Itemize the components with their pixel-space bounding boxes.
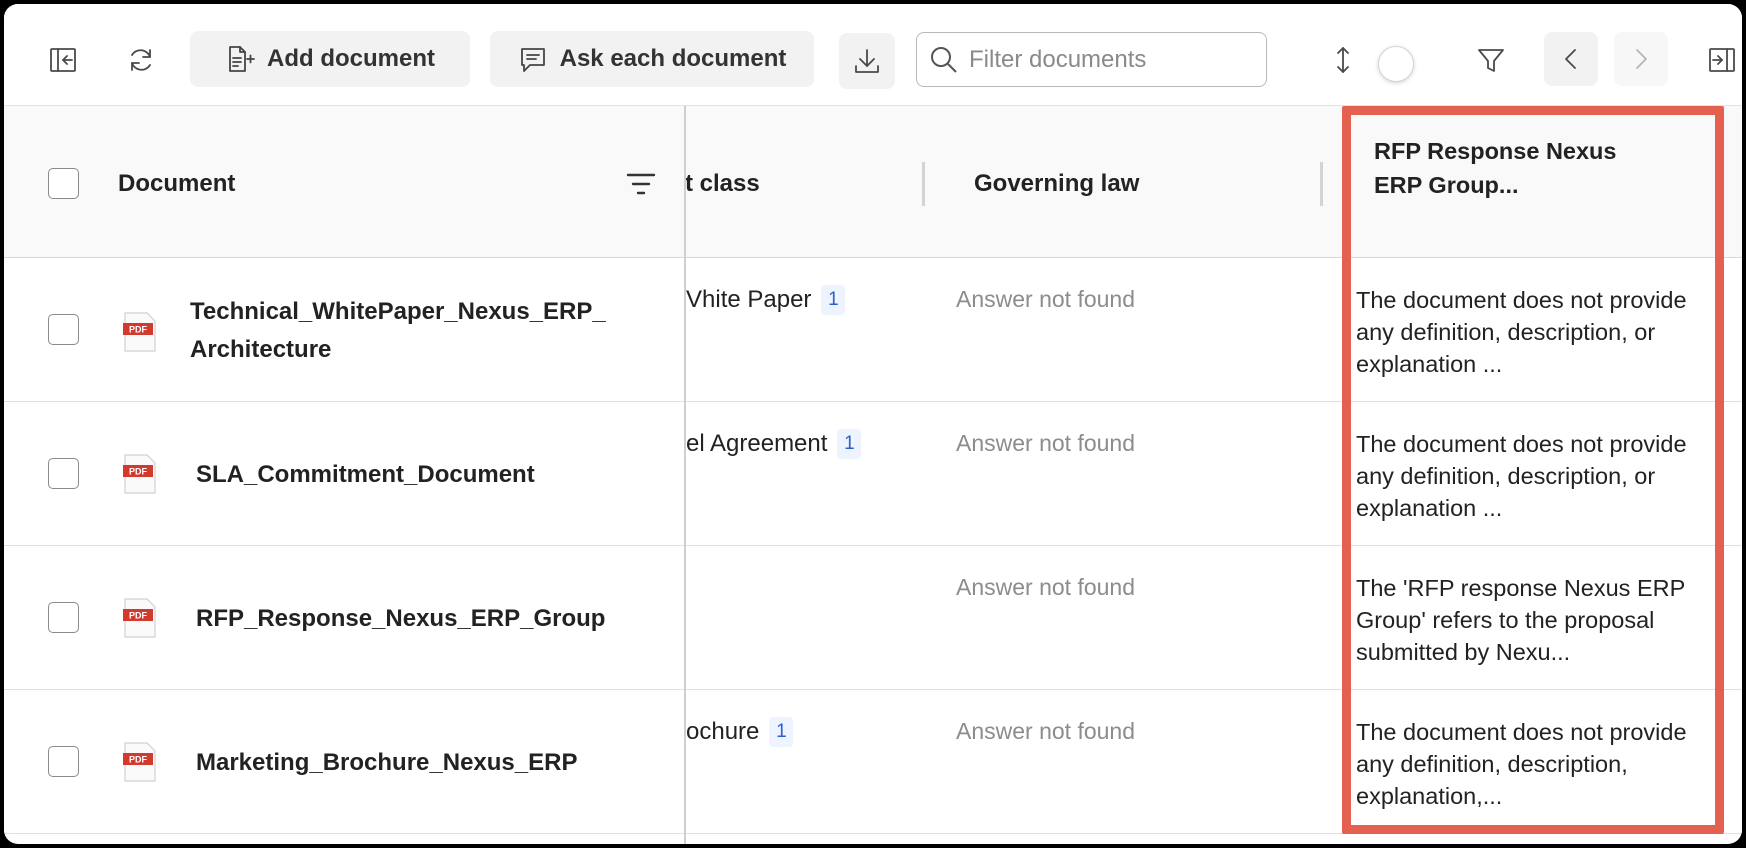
previous-button[interactable]	[1544, 32, 1598, 86]
expand-panel-button[interactable]	[1702, 35, 1742, 85]
document-name[interactable]: SLA_Commitment_Document	[196, 456, 646, 494]
refresh-icon	[131, 49, 151, 71]
citation-badge[interactable]: 1	[821, 285, 846, 315]
download-icon	[855, 49, 879, 73]
document-class-cell[interactable]: el Agreement 1	[686, 429, 862, 459]
toolbar: Add document Ask each document	[4, 4, 1742, 106]
filter-documents-search[interactable]	[916, 32, 1267, 87]
next-button[interactable]	[1614, 32, 1668, 86]
document-class-value: Vhite Paper	[686, 286, 812, 313]
column-resizer[interactable]	[922, 162, 925, 206]
row-height-button[interactable]	[1318, 35, 1368, 85]
citation-badge[interactable]: 1	[769, 717, 794, 747]
document-name[interactable]: Technical_WhitePaper_Nexus_ERP_ Architec…	[190, 293, 640, 369]
pdf-file-icon: PDF	[123, 312, 156, 352]
row-checkbox[interactable]	[48, 458, 79, 489]
chevron-left-icon	[1565, 49, 1576, 69]
pdf-label: PDF	[129, 611, 148, 621]
filter-documents-input[interactable]	[969, 45, 1249, 74]
chat-bubble-icon	[520, 48, 545, 72]
document-class-cell[interactable]: Vhite Paper 1	[686, 285, 846, 315]
governing-law-column-header[interactable]: Governing law	[974, 170, 1139, 198]
chevron-right-icon	[1636, 49, 1647, 69]
frozen-column-divider	[684, 106, 686, 844]
documents-table: Document t class Governing law RFP Respo…	[4, 106, 1742, 844]
panel-expand-icon	[1709, 48, 1735, 72]
add-document-label: Add document	[267, 45, 435, 72]
refresh-button[interactable]	[116, 35, 166, 85]
table-row[interactable]: PDF SLA_Commitment_Document el Agreement…	[4, 402, 1742, 546]
governing-law-cell[interactable]: Answer not found	[956, 286, 1135, 313]
governing-law-cell[interactable]: Answer not found	[956, 574, 1135, 601]
rfp-response-cell[interactable]: The 'RFP response Nexus ERP Group' refer…	[1356, 572, 1696, 668]
table-row[interactable]: PDF Marketing_Brochure_Nexus_ERP ochure …	[4, 690, 1742, 834]
row-checkbox[interactable]	[48, 746, 79, 777]
row-checkbox[interactable]	[48, 314, 79, 345]
document-name[interactable]: RFP_Response_Nexus_ERP_Group	[196, 600, 646, 638]
governing-law-cell[interactable]: Answer not found	[956, 718, 1135, 745]
document-class-column-header[interactable]: t class	[685, 170, 760, 198]
governing-law-cell[interactable]: Answer not found	[956, 430, 1135, 457]
pdf-label: PDF	[129, 325, 148, 335]
ask-each-document-label: Ask each document	[559, 45, 787, 72]
document-class-cell[interactable]: ochure 1	[686, 717, 794, 747]
column-resizer[interactable]	[1320, 162, 1323, 206]
pdf-file-icon: PDF	[123, 742, 156, 782]
app-window: Add document Ask each document Filter do…	[4, 4, 1742, 844]
sidebar-collapse-icon	[50, 48, 76, 72]
filter-funnel-icon	[1478, 49, 1504, 72]
download-button[interactable]	[839, 33, 895, 89]
collapse-sidebar-button[interactable]	[38, 35, 88, 85]
table-header-row: Document t class Governing law RFP Respo…	[4, 106, 1742, 258]
pdf-file-icon: PDF	[123, 598, 156, 638]
pdf-label: PDF	[129, 467, 148, 477]
ask-each-document-button[interactable]: Ask each document	[490, 31, 814, 87]
rfp-response-cell[interactable]: The document does not provide any defini…	[1356, 716, 1696, 812]
add-document-button[interactable]: Add document	[190, 31, 470, 87]
document-column-header[interactable]: Document	[118, 170, 235, 198]
add-document-icon	[229, 46, 255, 72]
search-icon	[931, 46, 957, 73]
view-toggle[interactable]	[1378, 46, 1414, 82]
rfp-response-column-header[interactable]: RFP Response Nexus ERP Group...	[1374, 134, 1634, 202]
document-class-value: el Agreement	[686, 430, 828, 457]
sort-icon[interactable]	[626, 172, 656, 196]
rfp-response-cell[interactable]: The document does not provide any defini…	[1356, 284, 1696, 380]
rfp-response-cell[interactable]: The document does not provide any defini…	[1356, 428, 1696, 524]
document-name[interactable]: Marketing_Brochure_Nexus_ERP	[196, 744, 646, 782]
row-checkbox[interactable]	[48, 602, 79, 633]
select-all-checkbox[interactable]	[48, 168, 79, 199]
table-row[interactable]: PDF Technical_WhitePaper_Nexus_ERP_ Arch…	[4, 258, 1742, 402]
pdf-file-icon: PDF	[123, 454, 156, 494]
expand-vertical-icon	[1337, 47, 1349, 73]
citation-badge[interactable]: 1	[837, 429, 862, 459]
filter-button[interactable]	[1466, 35, 1516, 85]
document-class-value: ochure	[686, 718, 760, 745]
table-row[interactable]: PDF RFP_Response_Nexus_ERP_Group Answer …	[4, 546, 1742, 690]
pdf-label: PDF	[129, 755, 148, 765]
